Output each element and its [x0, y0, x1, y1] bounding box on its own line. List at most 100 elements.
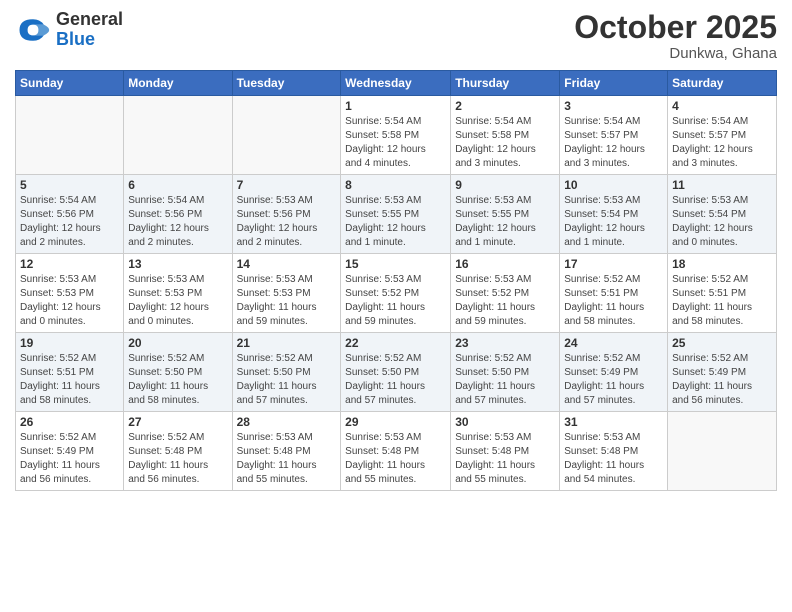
logo-icon: [15, 12, 51, 48]
day-number: 17: [564, 257, 663, 271]
calendar-cell: 25 Sunrise: 5:52 AM Sunset: 5:49 PM Dayli…: [668, 333, 777, 412]
day-info: Sunrise: 5:52 AM Sunset: 5:48 PM Dayligh…: [128, 431, 227, 487]
day-number: 24: [564, 336, 663, 350]
day-number: 1: [345, 99, 446, 113]
day-info: Sunrise: 5:52 AM Sunset: 5:49 PM Dayligh…: [672, 352, 772, 408]
day-info: Sunrise: 5:53 AM Sunset: 5:55 PM Dayligh…: [455, 194, 555, 250]
week-row-3: 12Sunrise: 5:53 AM Sunset: 5:53 PM Dayli…: [16, 254, 777, 333]
day-info: Sunrise: 5:53 AM Sunset: 5:48 PM Dayligh…: [564, 431, 663, 487]
calendar-cell: 16 Sunrise: 5:53 AM Sunset: 5:52 PM Dayli…: [451, 254, 560, 333]
week-row-4: 19 Sunrise: 5:52 AM Sunset: 5:51 PM Dayli…: [16, 333, 777, 412]
weekday-header-row: Sunday Monday Tuesday Wednesday Thursday…: [16, 71, 777, 96]
calendar-cell: 21 Sunrise: 5:52 AM Sunset: 5:50 PM Dayli…: [232, 333, 341, 412]
calendar-cell: 18 Sunrise: 5:52 AM Sunset: 5:51 PM Dayli…: [668, 254, 777, 333]
header-saturday: Saturday: [668, 71, 777, 96]
week-row-1: 1 Sunrise: 5:54 AM Sunset: 5:58 PM Daylig…: [16, 96, 777, 175]
day-info: Sunrise: 5:52 AM Sunset: 5:51 PM Dayligh…: [564, 273, 663, 329]
calendar-cell: 3Sunrise: 5:54 AM Sunset: 5:57 PM Daylig…: [560, 96, 668, 175]
header: General Blue October 2025 Dunkwa, Ghana: [15, 10, 777, 62]
day-info: Sunrise: 5:53 AM Sunset: 5:53 PM Dayligh…: [128, 273, 227, 329]
header-thursday: Thursday: [451, 71, 560, 96]
logo-text: General Blue: [56, 10, 123, 50]
calendar-cell: 31 Sunrise: 5:53 AM Sunset: 5:48 PM Dayli…: [560, 412, 668, 491]
day-info: Sunrise: 5:54 AM Sunset: 5:56 PM Dayligh…: [20, 194, 119, 250]
calendar-cell: 1 Sunrise: 5:54 AM Sunset: 5:58 PM Daylig…: [341, 96, 451, 175]
day-number: 27: [128, 415, 227, 429]
day-info: Sunrise: 5:52 AM Sunset: 5:50 PM Dayligh…: [237, 352, 337, 408]
calendar-cell: 6 Sunrise: 5:54 AM Sunset: 5:56 PM Daylig…: [124, 175, 232, 254]
header-wednesday: Wednesday: [341, 71, 451, 96]
day-number: 19: [20, 336, 119, 350]
logo: General Blue: [15, 10, 123, 50]
day-number: 18: [672, 257, 772, 271]
calendar-cell: 29 Sunrise: 5:53 AM Sunset: 5:48 PM Dayli…: [341, 412, 451, 491]
week-row-5: 26 Sunrise: 5:52 AM Sunset: 5:49 PM Dayli…: [16, 412, 777, 491]
day-info: Sunrise: 5:53 AM Sunset: 5:48 PM Dayligh…: [455, 431, 555, 487]
day-info: Sunrise: 5:52 AM Sunset: 5:50 PM Dayligh…: [455, 352, 555, 408]
calendar-cell: 28 Sunrise: 5:53 AM Sunset: 5:48 PM Dayli…: [232, 412, 341, 491]
calendar-cell: [124, 96, 232, 175]
day-info: Sunrise: 5:52 AM Sunset: 5:51 PM Dayligh…: [20, 352, 119, 408]
day-info: Sunrise: 5:53 AM Sunset: 5:52 PM Dayligh…: [455, 273, 555, 329]
day-info: Sunrise: 5:54 AM Sunset: 5:57 PM Dayligh…: [672, 115, 772, 171]
day-info: Sunrise: 5:54 AM Sunset: 5:58 PM Dayligh…: [345, 115, 446, 171]
day-info: Sunrise: 5:53 AM Sunset: 5:54 PM Dayligh…: [564, 194, 663, 250]
day-info: Sunrise: 5:54 AM Sunset: 5:57 PM Dayligh…: [564, 115, 663, 171]
day-number: 23: [455, 336, 555, 350]
calendar-cell: [668, 412, 777, 491]
calendar-cell: 2 Sunrise: 5:54 AM Sunset: 5:58 PM Daylig…: [451, 96, 560, 175]
calendar-cell: 10 Sunrise: 5:53 AM Sunset: 5:54 PM Dayli…: [560, 175, 668, 254]
header-monday: Monday: [124, 71, 232, 96]
calendar-cell: 7Sunrise: 5:53 AM Sunset: 5:56 PM Daylig…: [232, 175, 341, 254]
day-info: Sunrise: 5:54 AM Sunset: 5:56 PM Dayligh…: [128, 194, 227, 250]
day-info: Sunrise: 5:52 AM Sunset: 5:51 PM Dayligh…: [672, 273, 772, 329]
calendar-cell: 30 Sunrise: 5:53 AM Sunset: 5:48 PM Dayli…: [451, 412, 560, 491]
day-number: 22: [345, 336, 446, 350]
calendar-cell: 14 Sunrise: 5:53 AM Sunset: 5:53 PM Dayli…: [232, 254, 341, 333]
calendar-cell: 12Sunrise: 5:53 AM Sunset: 5:53 PM Dayli…: [16, 254, 124, 333]
calendar-cell: [232, 96, 341, 175]
day-number: 2: [455, 99, 555, 113]
logo-blue: Blue: [56, 29, 95, 49]
calendar-cell: 15Sunrise: 5:53 AM Sunset: 5:52 PM Dayli…: [341, 254, 451, 333]
calendar-cell: 19 Sunrise: 5:52 AM Sunset: 5:51 PM Dayli…: [16, 333, 124, 412]
day-number: 6: [128, 178, 227, 192]
calendar-cell: 26 Sunrise: 5:52 AM Sunset: 5:49 PM Dayli…: [16, 412, 124, 491]
day-number: 20: [128, 336, 227, 350]
calendar-cell: [16, 96, 124, 175]
calendar-cell: 9Sunrise: 5:53 AM Sunset: 5:55 PM Daylig…: [451, 175, 560, 254]
day-info: Sunrise: 5:53 AM Sunset: 5:48 PM Dayligh…: [345, 431, 446, 487]
calendar-cell: 4Sunrise: 5:54 AM Sunset: 5:57 PM Daylig…: [668, 96, 777, 175]
day-number: 10: [564, 178, 663, 192]
calendar-cell: 27 Sunrise: 5:52 AM Sunset: 5:48 PM Dayli…: [124, 412, 232, 491]
logo-general: General: [56, 9, 123, 29]
day-number: 13: [128, 257, 227, 271]
calendar-cell: 8Sunrise: 5:53 AM Sunset: 5:55 PM Daylig…: [341, 175, 451, 254]
calendar-cell: 20Sunrise: 5:52 AM Sunset: 5:50 PM Dayli…: [124, 333, 232, 412]
header-tuesday: Tuesday: [232, 71, 341, 96]
day-info: Sunrise: 5:52 AM Sunset: 5:49 PM Dayligh…: [20, 431, 119, 487]
calendar-cell: 13 Sunrise: 5:53 AM Sunset: 5:53 PM Dayli…: [124, 254, 232, 333]
day-number: 25: [672, 336, 772, 350]
day-number: 28: [237, 415, 337, 429]
day-number: 14: [237, 257, 337, 271]
day-info: Sunrise: 5:54 AM Sunset: 5:58 PM Dayligh…: [455, 115, 555, 171]
day-number: 15: [345, 257, 446, 271]
day-info: Sunrise: 5:53 AM Sunset: 5:48 PM Dayligh…: [237, 431, 337, 487]
day-number: 26: [20, 415, 119, 429]
day-number: 8: [345, 178, 446, 192]
page: General Blue October 2025 Dunkwa, Ghana …: [0, 0, 792, 612]
day-info: Sunrise: 5:53 AM Sunset: 5:53 PM Dayligh…: [20, 273, 119, 329]
day-number: 29: [345, 415, 446, 429]
day-number: 30: [455, 415, 555, 429]
day-number: 31: [564, 415, 663, 429]
day-info: Sunrise: 5:53 AM Sunset: 5:53 PM Dayligh…: [237, 273, 337, 329]
day-number: 16: [455, 257, 555, 271]
calendar-cell: 11Sunrise: 5:53 AM Sunset: 5:54 PM Dayli…: [668, 175, 777, 254]
month-title: October 2025: [574, 10, 777, 45]
location: Dunkwa, Ghana: [574, 45, 777, 62]
day-number: 21: [237, 336, 337, 350]
calendar-cell: 5Sunrise: 5:54 AM Sunset: 5:56 PM Daylig…: [16, 175, 124, 254]
week-row-2: 5Sunrise: 5:54 AM Sunset: 5:56 PM Daylig…: [16, 175, 777, 254]
title-block: October 2025 Dunkwa, Ghana: [574, 10, 777, 62]
